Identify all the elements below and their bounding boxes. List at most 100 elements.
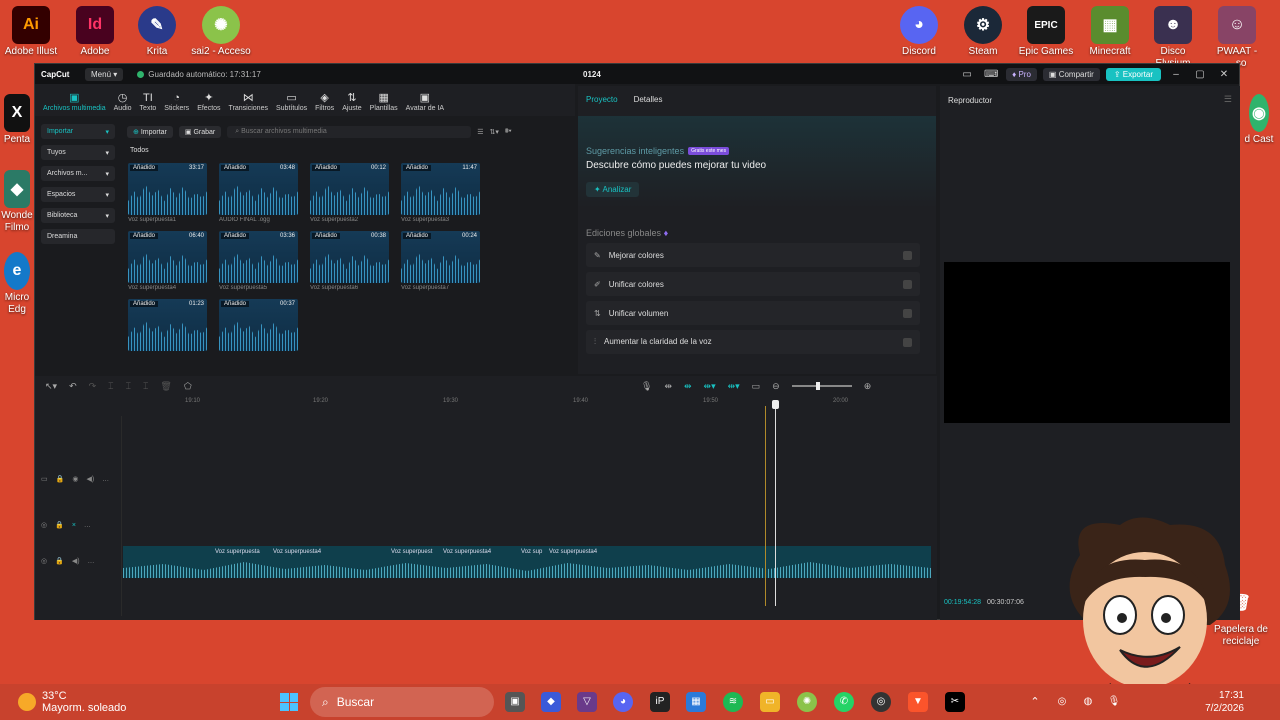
global-edit-toggle[interactable]: [903, 337, 912, 347]
link-icon[interactable]: ⇹: [664, 381, 672, 392]
global-edit-enhance-colors[interactable]: ✎ Mejorar colores: [586, 243, 920, 267]
weather-widget[interactable]: 33°C Mayorm. soleado: [18, 690, 126, 714]
more-icon[interactable]: …: [84, 522, 91, 529]
lock-icon[interactable]: 🔒: [55, 557, 64, 565]
split-icon[interactable]: ⌶: [108, 381, 113, 392]
sidebar-item-library[interactable]: Biblioteca ▾: [41, 208, 115, 223]
microphone-tray-icon[interactable]: 🎙: [1104, 692, 1124, 712]
layout-icon[interactable]: ▭: [958, 69, 976, 80]
lock-icon[interactable]: 🔒: [56, 475, 65, 483]
capcut-taskbar-icon[interactable]: ✂: [945, 692, 965, 712]
desktop-icon-illustrator[interactable]: Ai Adobe Illust: [0, 0, 62, 58]
media-thumbnail[interactable]: Añadido 00:38: [310, 231, 389, 283]
tab-transitions[interactable]: ⋈ Transiciones: [225, 91, 272, 116]
tab-project[interactable]: Proyecto: [586, 95, 618, 104]
split-right-icon[interactable]: ⌶: [143, 381, 148, 392]
minimize-icon[interactable]: –: [1167, 69, 1185, 80]
desktop-icon-epic[interactable]: EPIC Epic Games: [1015, 0, 1077, 58]
lock-icon[interactable]: 🔒: [55, 521, 64, 529]
audio-clip-label[interactable]: Voz sup: [521, 549, 542, 555]
filter-icon[interactable]: ⩩▾: [505, 128, 512, 136]
record-button[interactable]: ▣ Grabar: [178, 126, 222, 138]
pro-button[interactable]: ♦ Pro: [1006, 67, 1037, 81]
global-edit-toggle[interactable]: [903, 308, 912, 318]
whatsapp-icon[interactable]: ✆: [834, 692, 854, 712]
close-track-icon[interactable]: ×: [72, 522, 76, 529]
task-view-icon[interactable]: ▣: [505, 692, 525, 712]
desktop-icon-pwaat[interactable]: ☺ PWAAT - ...so: [1206, 0, 1268, 70]
media-item[interactable]: Añadido 03:36 Voz superpuesta5: [219, 231, 298, 293]
media-item[interactable]: Añadido 00:24 Voz superpuesta7: [401, 231, 480, 293]
sidebar-item-dreamina[interactable]: Dreamina: [41, 229, 115, 244]
tab-adjust[interactable]: ⇅ Ajuste: [338, 91, 365, 116]
desktop-icon-pentax[interactable]: X Penta: [0, 88, 34, 146]
player-menu-icon[interactable]: ☰: [1224, 94, 1232, 105]
media-item[interactable]: Añadido 06:40 Voz superpuesta4: [128, 231, 207, 293]
cover-icon[interactable]: ▭: [41, 475, 48, 483]
select-tool-icon[interactable]: ↖▾: [45, 381, 57, 392]
maximize-icon[interactable]: ▢: [1191, 69, 1209, 80]
desktop-icon-sai2[interactable]: ✺ sai2 - Acceso: [190, 0, 252, 58]
jetbrains-icon[interactable]: iP: [650, 692, 670, 712]
sort-icon[interactable]: ⇅▾: [490, 128, 499, 136]
spotify-icon[interactable]: ≋: [723, 692, 743, 712]
split-left-icon[interactable]: ⌶: [126, 381, 131, 392]
playhead[interactable]: [772, 400, 779, 606]
media-thumbnail[interactable]: Añadido 00:12: [310, 163, 389, 215]
desktop-icon-wondershare[interactable]: ◆ Wonde Filmo: [0, 164, 34, 234]
desktop-icon-edge[interactable]: e Micro Edg: [0, 246, 34, 316]
media-thumbnail[interactable]: Añadido 01:23: [128, 299, 207, 351]
tray-icon[interactable]: ◍: [1078, 692, 1098, 712]
playhead-handle[interactable]: [772, 400, 779, 409]
media-item[interactable]: Añadido 11:47 Voz superpuesta3: [401, 163, 480, 225]
media-thumbnail[interactable]: Añadido 00:24: [401, 231, 480, 283]
obs-icon[interactable]: ◎: [871, 692, 891, 712]
tab-effects[interactable]: ✦ Efectos: [193, 91, 224, 116]
media-item[interactable]: Añadido 01:23: [128, 299, 207, 361]
media-thumbnail[interactable]: Añadido 00:37: [219, 299, 298, 351]
chevron-up-icon[interactable]: ⌃: [1025, 692, 1045, 712]
desktop-icon-steam[interactable]: ⚙ Steam: [952, 0, 1014, 58]
tab-media[interactable]: ▣ Archivos multimedia: [39, 91, 110, 116]
audio-clip-label[interactable]: Voz superpuesta4: [443, 549, 491, 555]
zoom-out-icon[interactable]: ⊖: [772, 381, 780, 392]
global-edit-voice-clarity[interactable]: ⫶ Aumentar la claridad de la voz: [586, 330, 920, 354]
brave-icon[interactable]: ▼: [908, 692, 928, 712]
media-thumbnail[interactable]: Añadido 06:40: [128, 231, 207, 283]
tray-icon[interactable]: ◎: [1052, 692, 1072, 712]
taskbar-search[interactable]: ⌕ Buscar: [310, 687, 494, 717]
tab-subtitles[interactable]: ▭ Subtítulos: [272, 91, 311, 116]
media-thumbnail[interactable]: Añadido 33:17: [128, 163, 207, 215]
export-button[interactable]: ⇪ Exportar: [1105, 67, 1161, 81]
sidebar-item-import[interactable]: Importar ▾: [41, 124, 115, 139]
volume-icon[interactable]: ◀): [72, 557, 80, 565]
media-thumbnail[interactable]: Añadido 03:36: [219, 231, 298, 283]
tab-templates[interactable]: ▦ Plantillas: [366, 91, 402, 116]
time-ruler[interactable]: 19:10 19:20 19:30 19:40 19:50 20:00: [123, 398, 933, 410]
share-button[interactable]: ▣ Compartir: [1042, 67, 1100, 81]
media-thumbnail[interactable]: Añadido 11:47: [401, 163, 480, 215]
marker-icon[interactable]: ⬠: [184, 381, 192, 392]
desktop-icon-indesign[interactable]: Id Adobe: [64, 0, 126, 58]
media-item[interactable]: Añadido 00:37: [219, 299, 298, 361]
tab-stickers[interactable]: ◔ Stickers: [160, 92, 193, 116]
media-search-input[interactable]: ⌕ Buscar archivos multimedia: [227, 126, 472, 138]
delete-icon[interactable]: 🗑: [160, 381, 171, 392]
import-button[interactable]: ⊕ Importar: [127, 126, 173, 138]
close-icon[interactable]: ✕: [1215, 69, 1233, 80]
discord-taskbar-icon[interactable]: ◕: [613, 692, 633, 712]
zoom-slider[interactable]: [791, 382, 852, 390]
more-icon[interactable]: …: [88, 558, 95, 565]
audio-clip-label[interactable]: Voz superpuest: [391, 549, 432, 555]
zoom-in-icon[interactable]: ⊕: [864, 381, 872, 392]
video-preview[interactable]: [944, 262, 1230, 423]
start-button[interactable]: [280, 693, 298, 711]
sidebar-item-media-files[interactable]: Archivos m... ▾: [41, 166, 115, 181]
desktop-icon-krita[interactable]: ✎ Krita: [126, 0, 188, 58]
clock[interactable]: 17:31 7/2/2026: [1205, 689, 1244, 715]
snap-icon[interactable]: ⇹▾: [704, 381, 716, 392]
menu-button[interactable]: Menú ▾: [85, 67, 124, 81]
global-edit-unify-volume[interactable]: ⇅ Unificar volumen: [586, 301, 920, 325]
tab-details[interactable]: Detalles: [634, 95, 663, 104]
eye-icon[interactable]: ◉: [72, 475, 78, 483]
